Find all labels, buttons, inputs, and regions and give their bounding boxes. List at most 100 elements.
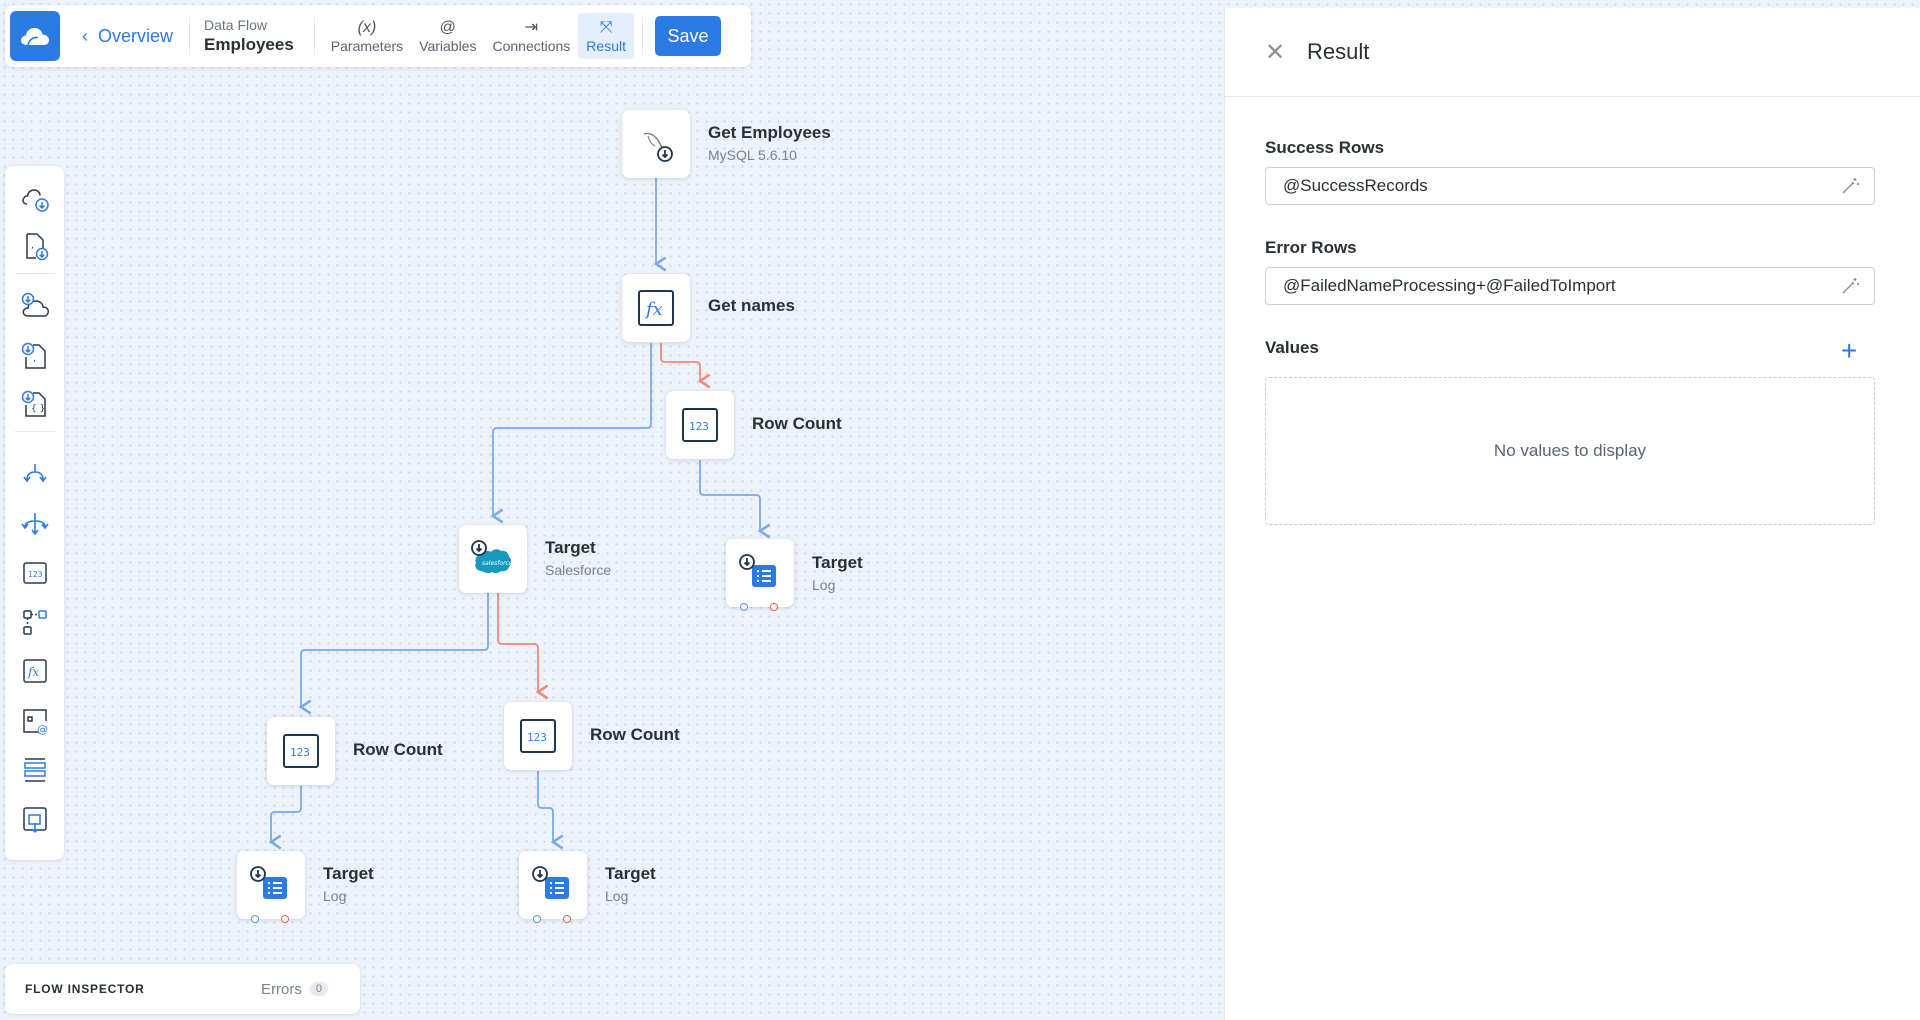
edge-salesforce-rowcount3	[497, 593, 549, 700]
chevron-left-icon: ‹	[82, 25, 88, 46]
parameters-icon: (x)	[357, 19, 377, 36]
row-count-icon[interactable]: 123	[18, 556, 52, 590]
error-port[interactable]	[281, 915, 289, 923]
node-target-log-1[interactable]	[726, 539, 794, 607]
node-target-salesforce[interactable]: salesforce	[459, 525, 527, 593]
svg-text:123: 123	[527, 731, 547, 744]
error-rows-field	[1265, 267, 1875, 305]
csv-source-icon[interactable]: ,	[18, 229, 52, 263]
success-port[interactable]	[533, 915, 541, 923]
error-port[interactable]	[770, 603, 778, 611]
errors-count-badge: 0	[309, 982, 328, 996]
toolbar-divider	[313, 17, 315, 55]
palette-divider	[15, 431, 55, 432]
success-rows-field	[1265, 167, 1875, 205]
flow-inspector[interactable]: FLOW INSPECTOR Errors 0	[5, 964, 360, 1014]
svg-text:123: 123	[689, 420, 709, 433]
flow-inspector-title: FLOW INSPECTOR	[25, 982, 145, 996]
csv-lookup-icon[interactable]: ,	[18, 339, 52, 373]
node-get-names-label: Get names	[708, 296, 795, 315]
cloud-lookup-icon[interactable]	[18, 289, 52, 323]
save-button[interactable]: Save	[654, 16, 721, 56]
tab-connections-label: Connections	[492, 38, 571, 54]
svg-text:123: 123	[28, 570, 43, 579]
svg-text:,: ,	[31, 241, 34, 251]
palette-divider	[15, 273, 55, 274]
success-rows-label: Success Rows	[1265, 138, 1385, 157]
node-target-log-1-label: Target	[812, 553, 863, 572]
toolbar-divider	[641, 17, 643, 55]
split-icon[interactable]	[18, 457, 52, 491]
log-target-icon	[250, 866, 287, 899]
node-row-count-1[interactable]: 123	[666, 391, 734, 459]
expression-icon[interactable]: fx	[18, 654, 52, 688]
values-label: Values	[1265, 338, 1319, 357]
tab-parameters-label: Parameters	[330, 38, 404, 54]
node-target-log-3-label: Target	[605, 864, 656, 883]
merge-icon[interactable]	[18, 506, 52, 540]
result-panel-title: Result	[1307, 39, 1370, 64]
connections-icon: ⇥	[524, 19, 539, 36]
log-target-icon	[739, 554, 776, 587]
node-target-log-3[interactable]	[519, 851, 587, 919]
node-row-count-3-label: Row Count	[590, 725, 680, 744]
node-get-names[interactable]: fx	[622, 274, 690, 342]
magic-wand-icon[interactable]	[1840, 176, 1860, 196]
node-target-log-2[interactable]	[237, 851, 305, 919]
node-get-employees-label: Get Employees	[708, 123, 831, 142]
node-target-salesforce-label: Target	[545, 538, 596, 557]
overview-back-link[interactable]: ‹ Overview	[82, 26, 173, 47]
node-get-employees-sub: MySQL 5.6.10	[708, 147, 797, 163]
result-icon: ⤧	[599, 19, 613, 36]
close-icon[interactable]: ✕	[1263, 38, 1287, 67]
top-toolbar: ‹ Overview Data Flow Employees (x) Param…	[5, 5, 751, 67]
app-logo[interactable]	[10, 11, 60, 61]
target-icon[interactable]	[18, 802, 52, 836]
node-get-employees[interactable]	[622, 110, 690, 178]
conditional-split-icon[interactable]	[18, 605, 52, 639]
extend-icon[interactable]: @	[18, 704, 52, 738]
tab-parameters[interactable]: (x) Parameters	[323, 13, 411, 59]
flow-name: Employees	[204, 35, 294, 54]
cloud-source-icon[interactable]	[18, 181, 52, 215]
expression-icon: fx	[638, 290, 674, 326]
error-port[interactable]	[563, 915, 571, 923]
tab-connections[interactable]: ⇥ Connections	[484, 13, 578, 59]
success-port[interactable]	[251, 915, 259, 923]
edge-names-rowcount1	[660, 343, 711, 389]
node-row-count-2[interactable]: 123	[267, 717, 335, 785]
tab-variables[interactable]: @ Variables	[411, 13, 484, 59]
error-rows-label: Error Rows	[1265, 238, 1357, 257]
overview-label: Overview	[98, 25, 174, 46]
row-count-icon: 123	[283, 734, 319, 768]
edge-names-salesforce	[490, 343, 652, 524]
values-empty-box: No values to display	[1265, 377, 1875, 525]
add-value-button[interactable]: +	[1841, 337, 1857, 365]
buffer-icon[interactable]	[18, 753, 52, 787]
flow-name-block: Data Flow Employees	[204, 17, 294, 55]
svg-text:fx: fx	[644, 299, 663, 320]
success-port[interactable]	[740, 603, 748, 611]
svg-text:@: @	[37, 723, 48, 736]
variables-icon: @	[439, 19, 456, 36]
cloud-logo-icon	[21, 28, 50, 46]
component-palette: , , { } 123 fx @	[5, 166, 64, 860]
svg-text:,: ,	[33, 354, 36, 364]
error-rows-input[interactable]	[1281, 275, 1840, 297]
toolbar-divider	[189, 17, 191, 55]
salesforce-icon: salesforce	[471, 540, 513, 574]
edge-salesforce-rowcount2	[298, 593, 489, 715]
row-count-icon: 123	[520, 719, 556, 753]
edge-rowcount3-log3	[537, 771, 564, 850]
node-row-count-3[interactable]: 123	[504, 702, 572, 770]
errors-indicator[interactable]: Errors 0	[261, 981, 328, 998]
node-row-count-1-label: Row Count	[752, 414, 842, 433]
magic-wand-icon[interactable]	[1840, 276, 1860, 296]
json-lookup-icon[interactable]: { }	[18, 387, 52, 421]
tab-result[interactable]: ⤧ Result	[578, 13, 634, 59]
log-target-icon	[532, 866, 569, 899]
success-rows-input[interactable]	[1281, 175, 1840, 197]
svg-text:{ }: { }	[31, 404, 45, 414]
values-empty-text: No values to display	[1493, 441, 1647, 460]
result-panel-header: ✕ Result	[1225, 8, 1920, 97]
